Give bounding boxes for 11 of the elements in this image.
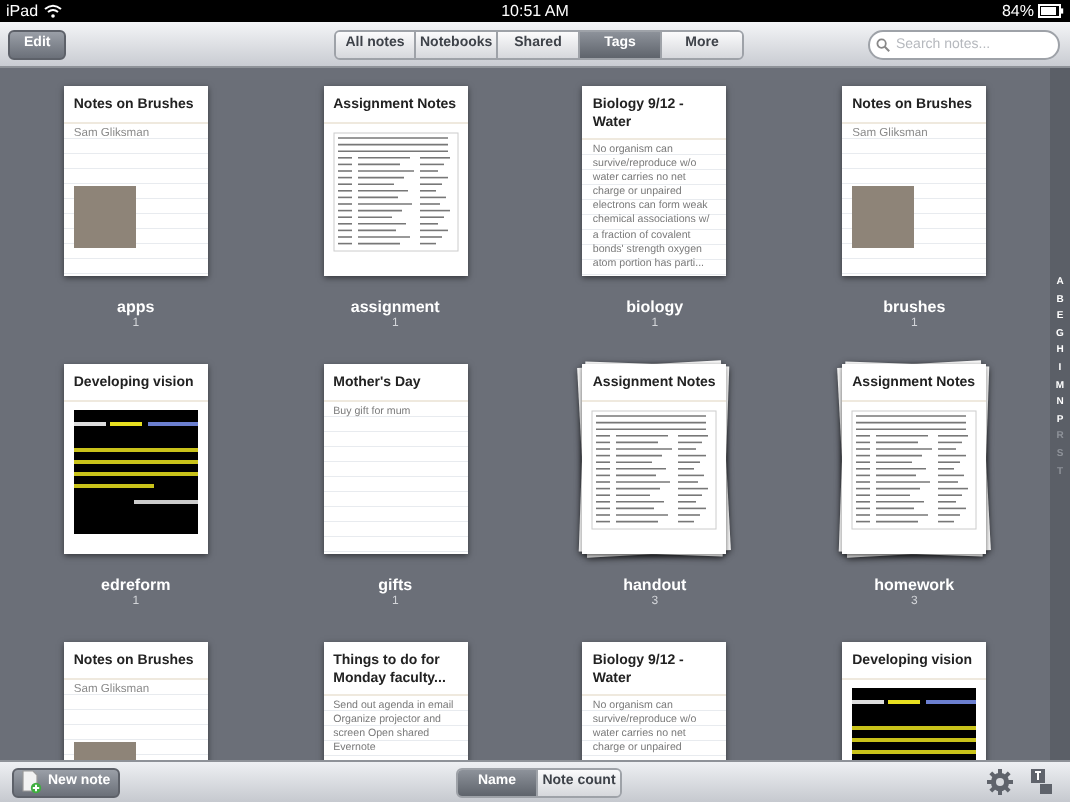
tag-name: biology	[626, 298, 684, 318]
tag-name: apps	[117, 298, 155, 318]
tag-name: assignment	[350, 298, 440, 317]
tag-name: edreform	[101, 576, 171, 596]
tag-name: homework	[874, 576, 955, 595]
clock-time: 10:51 AM	[501, 0, 569, 23]
tag-name: gifts	[378, 576, 413, 595]
tag-name: brushes	[883, 298, 946, 317]
tag-name: handout	[623, 576, 687, 595]
battery-percentage: 84%	[1001, 0, 1034, 23]
device-name: iPad	[6, 0, 39, 23]
